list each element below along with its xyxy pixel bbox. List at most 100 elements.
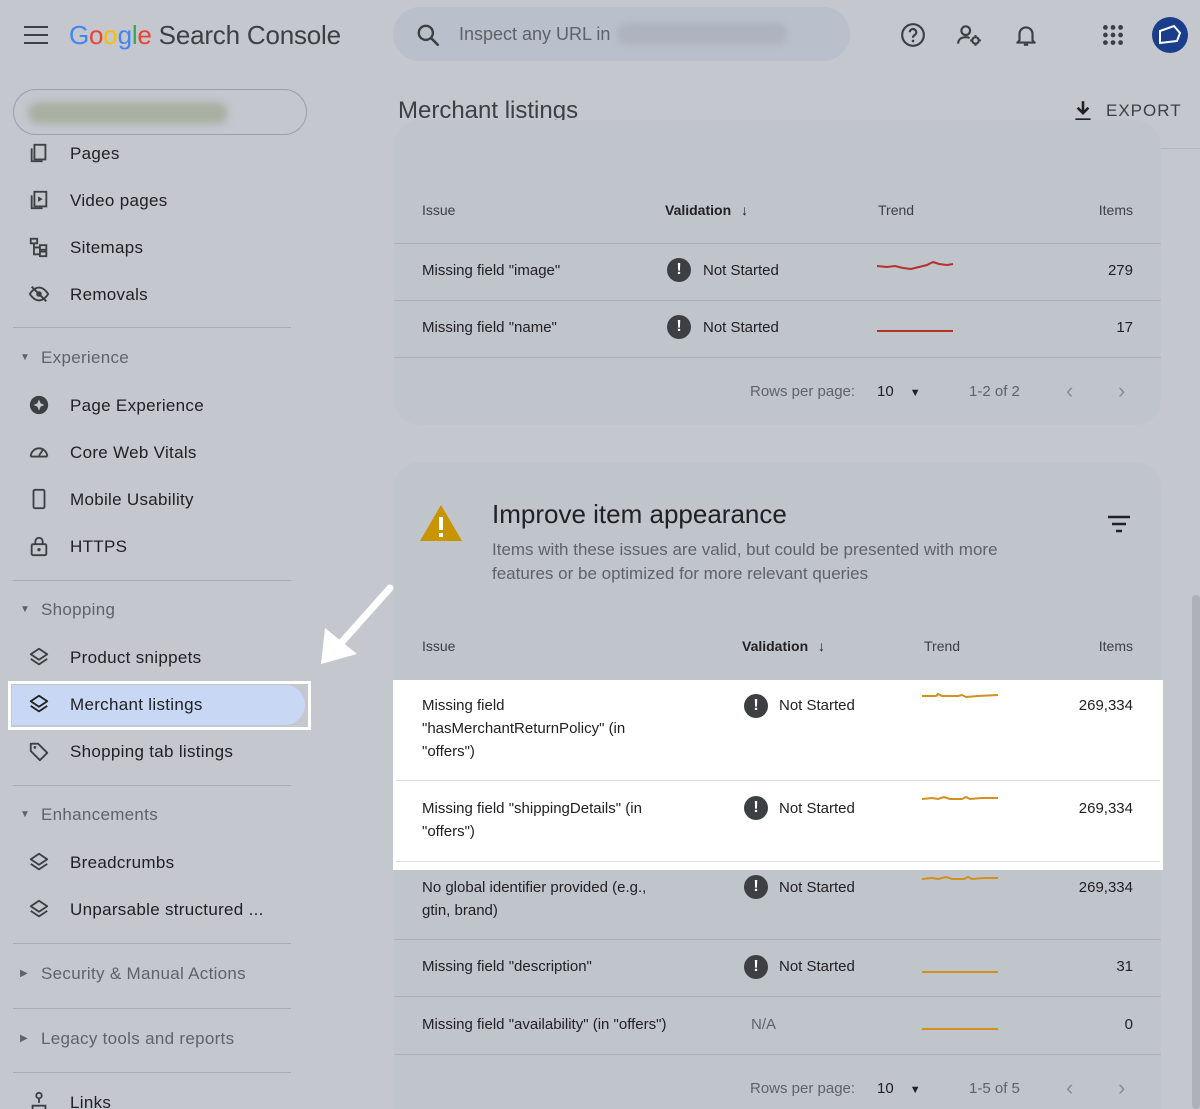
sidebar-item-shopping-tab-listings[interactable]: Shopping tab listings [0, 732, 310, 772]
sidebar-item-core-web-vitals[interactable]: Core Web Vitals [0, 433, 310, 473]
video-pages-icon [30, 190, 48, 210]
sidebar-item-label: Breadcrumbs [70, 853, 175, 872]
col-header-validation[interactable]: Validation ↓ [665, 202, 748, 218]
sidebar-item-label: Mobile Usability [70, 490, 194, 509]
items-count: 17 [1116, 319, 1133, 336]
prev-page-button[interactable]: ‹ [1066, 1075, 1073, 1101]
col-header-trend: Trend [924, 638, 961, 654]
warning-icon [420, 505, 462, 541]
sidebar-item-removals[interactable]: Removals [0, 275, 310, 315]
sidebar-section-experience[interactable]: ▼ Experience [0, 340, 310, 376]
sidebar-item-page-experience[interactable]: Page Experience [0, 386, 310, 426]
sidebar-item-unparsable-structured-data[interactable]: Unparsable structured ... [0, 890, 310, 930]
rows-per-page-select[interactable]: 10 ▼ [877, 383, 921, 400]
url-inspect-search[interactable]: Inspect any URL in [393, 7, 850, 61]
menu-icon[interactable] [24, 26, 48, 44]
redacted-property-name [28, 102, 228, 124]
caret-right-icon: ▶ [20, 1033, 28, 1044]
search-icon [417, 24, 440, 47]
issue-name: No global identifier provided (e.g., gtin… [422, 879, 647, 919]
table-row[interactable]: Missing field "availability" (in "offers… [394, 997, 1161, 1054]
items-count: 279 [1107, 262, 1133, 279]
sidebar-section-security[interactable]: ▶ Security & Manual Actions [0, 956, 310, 992]
table-row[interactable]: Missing field "name" ! Not Started 17 [394, 301, 1161, 358]
account-avatar[interactable] [1152, 17, 1188, 53]
sidebar-item-links[interactable]: Links [0, 1083, 310, 1109]
sidebar-item-product-snippets[interactable]: Product snippets [0, 638, 310, 678]
pages-icon [30, 143, 47, 163]
section-title: Shopping [41, 600, 116, 619]
section-description: Items with these issues are valid, but c… [492, 540, 998, 583]
sidebar-divider [13, 580, 291, 581]
sidebar-item-https[interactable]: HTTPS [0, 527, 310, 567]
filter-icon[interactable] [1107, 514, 1131, 534]
section-title: Experience [41, 348, 130, 367]
sidebar-item-label: Video pages [70, 191, 168, 210]
sidebar-item-sitemaps[interactable]: Sitemaps [0, 228, 310, 268]
row-divider [396, 780, 1160, 781]
sidebar-divider [13, 1072, 291, 1073]
section-title: Security & Manual Actions [41, 964, 246, 983]
items-count: 0 [1124, 1016, 1133, 1033]
eye-off-icon [28, 285, 50, 303]
rows-per-page-select[interactable]: 10 ▼ [877, 1080, 921, 1097]
trend-sparkline [922, 692, 999, 699]
sidebar-item-breadcrumbs[interactable]: Breadcrumbs [0, 843, 310, 883]
manage-users-icon[interactable] [956, 22, 982, 48]
page-experience-icon [29, 395, 49, 415]
sidebar-item-label: Core Web Vitals [70, 443, 197, 462]
sidebar-item-label: Sitemaps [70, 238, 144, 257]
alert-icon: ! [744, 694, 768, 718]
table-row[interactable]: Missing field "image" ! Not Started 279 [394, 244, 1161, 301]
caret-down-icon: ▼ [20, 809, 30, 820]
issue-name: Missing field "hasMerchantReturnPolicy" (… [422, 697, 626, 760]
links-icon [31, 1091, 47, 1109]
alert-icon: ! [667, 258, 691, 282]
top-bar: Google Search Console Inspect any URL in [0, 0, 1200, 72]
sidebar-section-shopping[interactable]: ▼ Shopping [0, 592, 310, 628]
sitemap-icon [29, 237, 48, 258]
lock-icon [30, 536, 48, 557]
apps-grid-icon[interactable] [1100, 22, 1126, 48]
sidebar-item-mobile-usability[interactable]: Mobile Usability [0, 480, 310, 520]
trend-sparkline [922, 1028, 998, 1030]
validation-status: Not Started [703, 262, 779, 279]
validation-status: Not Started [779, 800, 855, 817]
gauge-icon [29, 447, 49, 458]
dropdown-arrow-icon: ▼ [909, 1084, 921, 1096]
sidebar-item-video-pages[interactable]: Video pages [0, 181, 310, 221]
trend-sparkline [877, 260, 954, 271]
trend-sparkline [922, 875, 998, 881]
sidebar-item-label: HTTPS [70, 537, 128, 556]
issue-name: Missing field "availability" (in "offers… [422, 1016, 667, 1033]
next-page-button[interactable]: › [1118, 378, 1125, 404]
sidebar-section-legacy[interactable]: ▶ Legacy tools and reports [0, 1021, 310, 1057]
sidebar-item-label: Removals [70, 285, 148, 304]
help-icon[interactable] [900, 22, 926, 48]
notifications-icon[interactable] [1013, 22, 1039, 48]
property-selector[interactable] [13, 89, 307, 135]
sidebar-section-enhancements[interactable]: ▼ Enhancements [0, 797, 310, 833]
table-row[interactable]: Missing field "description" ! Not Starte… [394, 940, 1161, 997]
layers-icon [29, 647, 49, 666]
table-row[interactable]: Missing field "hasMerchantReturnPolicy" (… [394, 683, 1161, 780]
sort-arrow-icon: ↓ [741, 202, 749, 218]
col-header-validation[interactable]: Validation ↓ [742, 638, 825, 654]
sidebar-item-pages[interactable]: Pages [0, 134, 310, 174]
table-row[interactable]: No global identifier provided (e.g., gtin… [394, 870, 1161, 939]
row-divider [394, 1054, 1161, 1055]
table-row[interactable]: Missing field "shippingDetails" (in "offe… [394, 782, 1161, 861]
caret-down-icon: ▼ [20, 352, 30, 363]
app-logo[interactable]: Google Search Console [69, 20, 341, 51]
pagination-range: 1-5 of 5 [969, 1080, 1020, 1097]
caret-right-icon: ▶ [20, 968, 28, 979]
trend-sparkline [922, 971, 998, 973]
next-page-button[interactable]: › [1118, 1075, 1125, 1101]
items-count: 269,334 [1078, 800, 1133, 817]
validation-status: Not Started [703, 319, 779, 336]
prev-page-button[interactable]: ‹ [1066, 378, 1073, 404]
rows-per-page-label: Rows per page: [750, 1080, 856, 1097]
scrollbar[interactable] [1192, 595, 1200, 1109]
col-header-items: Items [1098, 202, 1133, 218]
sort-arrow-icon: ↓ [818, 638, 826, 654]
